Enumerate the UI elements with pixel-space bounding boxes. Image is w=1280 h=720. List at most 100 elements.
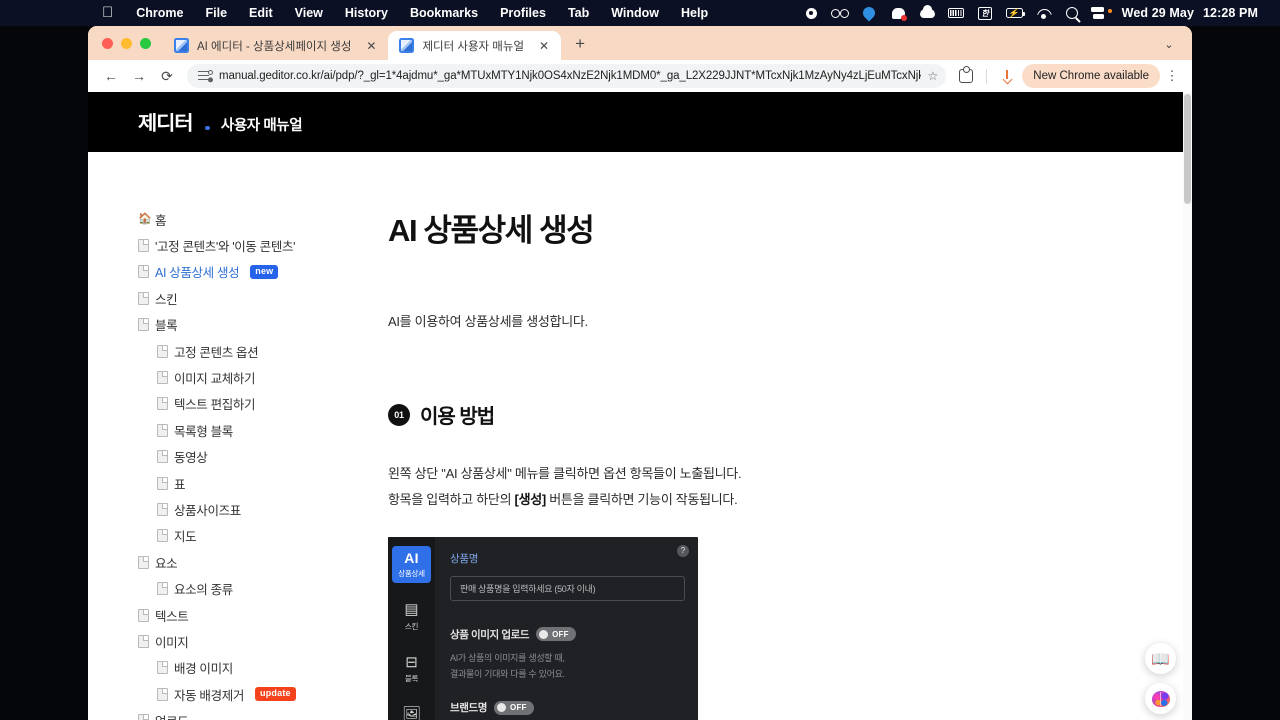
new-tab-button[interactable]: +	[567, 31, 593, 57]
note-line-2: 결과물이 기대와 다를 수 있어요.	[450, 668, 565, 679]
section-heading: 01 이용 방법	[388, 400, 1152, 429]
toggle-state-label: OFF	[552, 629, 569, 639]
rail-item-image[interactable]: 🖼	[392, 702, 431, 720]
page-icon	[157, 687, 168, 701]
menubar-clock[interactable]: Wed 29 May 12:28 PM	[1116, 6, 1258, 20]
sidebar-item-18[interactable]: 자동 배경제거 update	[138, 681, 388, 707]
sidebar-item-2[interactable]: AI 상품상세 생성 new	[138, 259, 388, 285]
sidebar-item-16[interactable]: 이미지	[138, 628, 388, 654]
sidebar-item-9[interactable]: 동영상	[138, 444, 388, 470]
back-button[interactable]: ←	[98, 63, 124, 89]
menu-help[interactable]: Help	[670, 0, 719, 26]
apple-logo-icon[interactable]: 	[98, 0, 125, 26]
minimize-window-button[interactable]	[121, 38, 132, 49]
sidebar-item-label: 지도	[174, 530, 197, 545]
site-header: 제디터 사용자 매뉴얼	[88, 92, 1192, 152]
chrome-menu-button[interactable]: ⋮	[1162, 63, 1182, 89]
product-name-input[interactable]: 판매 상품명을 입력하세요 (50자 이내)	[450, 575, 685, 601]
logo-dot-icon	[205, 125, 210, 130]
page-icon	[157, 529, 168, 543]
tab-geditor-manual[interactable]: 제디터 사용자 매뉴얼 ✕	[388, 31, 562, 60]
image-upload-toggle[interactable]: OFF	[536, 627, 576, 642]
section-paragraph: 왼쪽 상단 "AI 상품상세" 메뉴를 클릭하면 옵션 항목들이 노출됩니다. …	[388, 461, 1152, 512]
sidebar-item-label: 스킨	[155, 292, 178, 307]
chrome-update-chip[interactable]: New Chrome available	[1022, 64, 1160, 88]
menu-bookmarks[interactable]: Bookmarks	[399, 0, 489, 26]
site-logo[interactable]: 제디터 사용자 매뉴얼	[138, 107, 303, 137]
close-window-button[interactable]	[102, 38, 113, 49]
help-icon[interactable]: ?	[677, 544, 689, 557]
sidebar-item-11[interactable]: 상품사이즈표	[138, 496, 388, 522]
menu-file[interactable]: File	[194, 0, 238, 26]
brand-name-toggle[interactable]: OFF	[494, 700, 534, 715]
record-icon[interactable]	[797, 0, 826, 26]
sidebar-item-17[interactable]: 배경 이미지	[138, 655, 388, 681]
sidebar-item-14[interactable]: 요소의 종류	[138, 575, 388, 601]
sidebar-item-5[interactable]: 고정 콘텐츠 옵션	[138, 338, 388, 364]
sidebar-item-13[interactable]: 요소	[138, 549, 388, 575]
menu-profiles[interactable]: Profiles	[489, 0, 557, 26]
docs-content: AI 상품상세 생성 AI를 이용하여 상품상세를 생성합니다. 01 이용 방…	[388, 152, 1192, 720]
menu-edit[interactable]: Edit	[238, 0, 284, 26]
battery-horizontal-icon[interactable]	[942, 0, 971, 26]
water-drop-icon[interactable]	[855, 0, 884, 26]
sidebar-item-7[interactable]: 텍스트 편집하기	[138, 391, 388, 417]
menu-tab[interactable]: Tab	[557, 0, 600, 26]
menu-view[interactable]: View	[284, 0, 334, 26]
address-bar[interactable]: manual.geditor.co.kr/ai/pdp/?_gl=1*4ajdm…	[187, 64, 947, 88]
sidebar-item-3[interactable]: 스킨	[138, 285, 388, 311]
page-icon	[157, 661, 168, 675]
menu-chrome[interactable]: Chrome	[125, 0, 194, 26]
rail-item-ai-product[interactable]: AI 상품상세	[392, 545, 431, 584]
sidebar-item-label: 상품사이즈표	[174, 503, 241, 518]
sidebar-item-15[interactable]: 텍스트	[138, 602, 388, 628]
paragraph-line-2-pre: 항목을 입력하고 하단의	[388, 491, 515, 507]
sidebar-item-19[interactable]: 업로드	[138, 707, 388, 720]
tab-close-icon[interactable]: ✕	[536, 38, 552, 54]
search-icon[interactable]	[1058, 0, 1087, 26]
page-icon	[157, 397, 168, 411]
bookmark-star-icon[interactable]: ☆	[928, 69, 939, 83]
sidebar-item-0[interactable]: 🏠 홈	[138, 206, 388, 232]
menu-window[interactable]: Window	[600, 0, 670, 26]
sidebar-item-1[interactable]: '고정 콘텐츠'와 '이동 콘텐츠'	[138, 232, 388, 258]
cloud-icon[interactable]	[913, 0, 942, 26]
sidebar-item-6[interactable]: 이미지 교체하기	[138, 364, 388, 390]
page-icon	[138, 291, 149, 305]
macos-menubar:  Chrome File Edit View History Bookmark…	[0, 0, 1280, 26]
maximize-window-button[interactable]	[140, 38, 151, 49]
tab-strip: AI 에디터 - 상품상세페이지 생성 ✕ 제디터 사용자 매뉴얼 ✕ + ⌄	[88, 26, 1192, 60]
reload-button[interactable]: ⟳	[154, 63, 180, 89]
site-settings-icon[interactable]	[198, 69, 214, 83]
control-center-icon[interactable]	[1087, 0, 1116, 26]
sidebar-item-12[interactable]: 지도	[138, 523, 388, 549]
forward-button[interactable]: →	[126, 63, 152, 89]
image-upload-note: AI가 상품의 이미지를 생성할 때, 결과물이 기대와 다를 수 있어요.	[450, 651, 685, 683]
wifi-icon[interactable]	[1029, 0, 1058, 26]
sidebar-item-label: 요소의 종류	[174, 583, 233, 598]
page-icon	[138, 714, 149, 720]
sidebar-item-4[interactable]: 블록	[138, 312, 388, 338]
tab-title: AI 에디터 - 상품상세페이지 생성	[197, 40, 352, 53]
manual-book-icon[interactable]: 📖	[1145, 643, 1176, 674]
battery-charging-icon[interactable]	[1000, 0, 1029, 26]
tab-close-icon[interactable]: ✕	[363, 38, 379, 54]
logo-subtitle: 사용자 매뉴얼	[220, 118, 303, 134]
rail-item-block[interactable]: ⊟ 블록	[392, 650, 431, 689]
ai-brain-button[interactable]	[1145, 683, 1176, 714]
extensions-icon[interactable]	[953, 63, 979, 89]
rail-item-skin[interactable]: ▤ 스킨	[392, 597, 431, 636]
tab-ai-editor[interactable]: AI 에디터 - 상품상세페이지 생성 ✕	[163, 31, 388, 60]
menu-history[interactable]: History	[334, 0, 399, 26]
glasses-icon[interactable]	[826, 0, 855, 26]
floating-action-buttons: 📖	[1145, 643, 1176, 714]
page-body: 🏠 홈 '고정 콘텐츠'와 '이동 콘텐츠' AI 상품상세 생성 new 스킨블록 고정 …	[88, 152, 1192, 720]
menubar-status-items: 한 Wed 29 May 12:28 PM	[797, 0, 1270, 26]
sidebar-item-10[interactable]: 표	[138, 470, 388, 496]
page-scrollbar-thumb[interactable]	[1184, 94, 1191, 204]
downloads-icon[interactable]	[994, 63, 1020, 89]
chevron-down-icon[interactable]: ⌄	[1156, 31, 1182, 57]
korean-input-icon[interactable]: 한	[971, 0, 1000, 26]
chat-bubble-icon[interactable]	[884, 0, 913, 26]
sidebar-item-8[interactable]: 목록형 블록	[138, 417, 388, 443]
